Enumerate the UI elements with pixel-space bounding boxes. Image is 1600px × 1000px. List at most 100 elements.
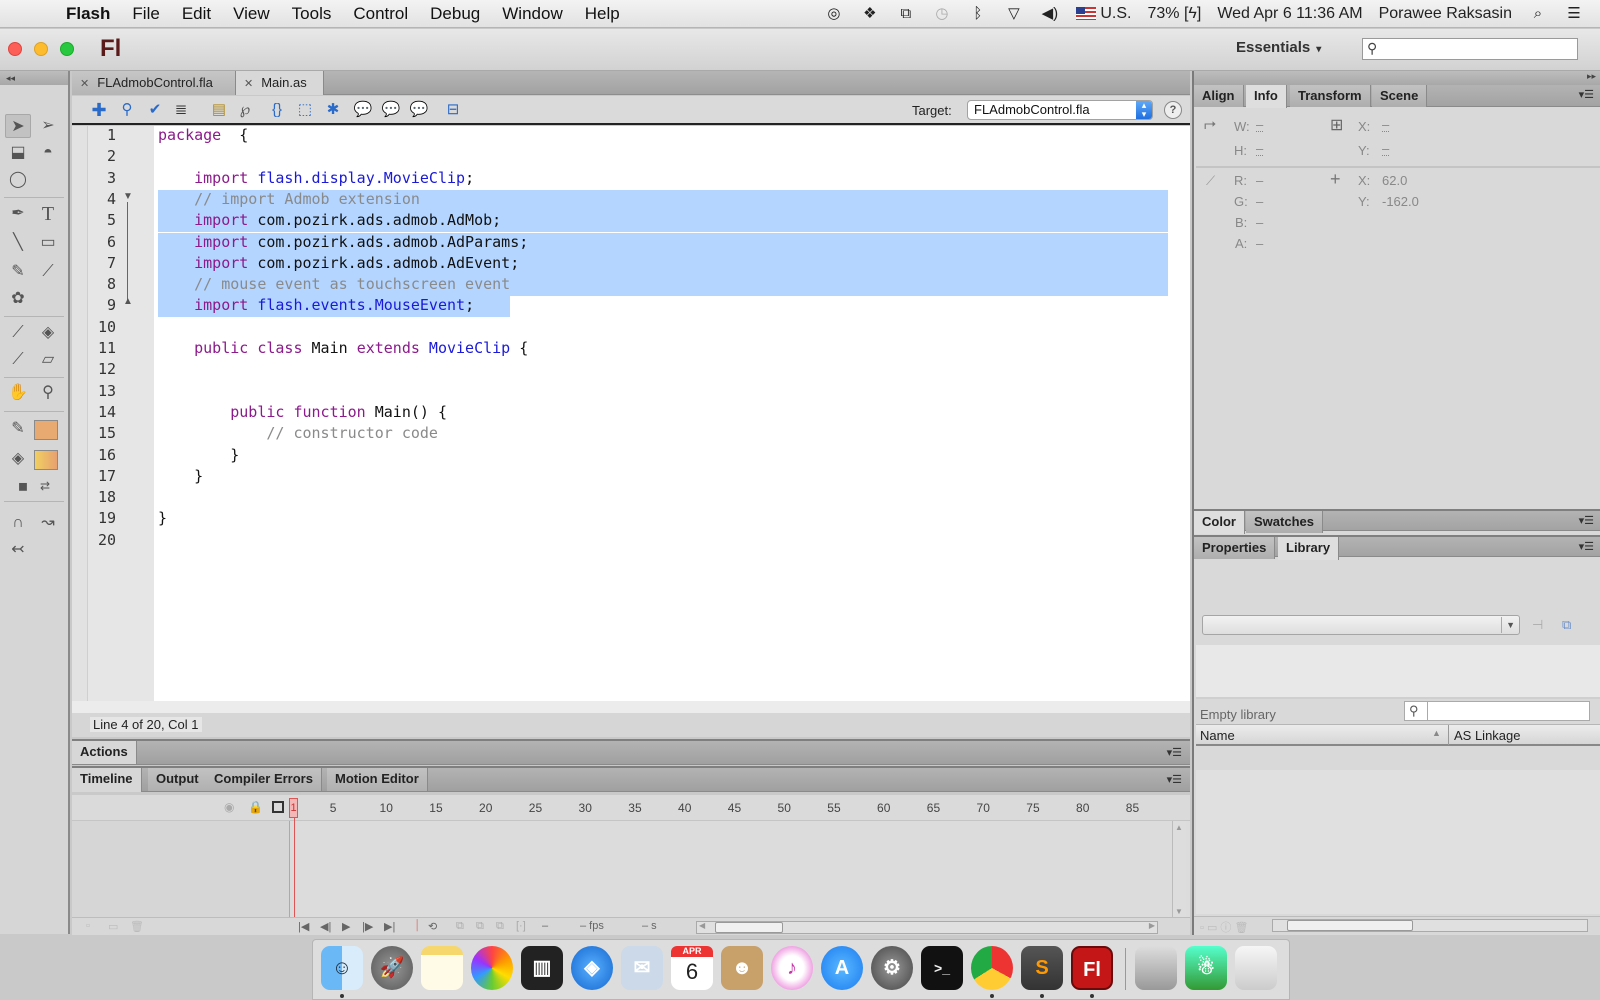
- new-symbol-icon[interactable]: ▫ ▭ ⓘ 🗑: [1200, 919, 1248, 935]
- menu-file[interactable]: File: [132, 4, 159, 24]
- dropbox-icon[interactable]: ❖: [860, 5, 880, 23]
- panel-menu-icon[interactable]: ▾☰: [1579, 514, 1594, 527]
- line-tool-icon[interactable]: ╲: [5, 231, 31, 255]
- line-number[interactable]: 11: [90, 339, 116, 357]
- expand-all-icon[interactable]: ✱: [322, 100, 344, 120]
- code-line[interactable]: // import Admob extension: [158, 190, 420, 208]
- close-tab-icon[interactable]: ✕: [80, 78, 89, 90]
- loop-icon[interactable]: ⟲: [428, 920, 437, 933]
- code-line[interactable]: import com.pozirk.ads.admob.AdEvent;: [158, 254, 519, 272]
- show-hide-layers-icon[interactable]: ◉: [224, 800, 234, 814]
- notification-center-icon[interactable]: ☰: [1564, 5, 1584, 23]
- selection-tool-icon[interactable]: ➤: [5, 114, 31, 138]
- code-line[interactable]: }: [158, 509, 167, 527]
- tab-timeline[interactable]: Timeline: [72, 768, 142, 792]
- scroll-left-icon[interactable]: ◀: [699, 921, 705, 930]
- line-number[interactable]: 12: [90, 360, 116, 378]
- panel-menu-icon[interactable]: ▾☰: [1167, 746, 1182, 759]
- dock-app-calendar[interactable]: APR 6: [671, 946, 713, 990]
- code-line[interactable]: public class Main extends MovieClip {: [158, 339, 528, 357]
- sync-icon[interactable]: ⧉: [896, 5, 916, 23]
- window-zoom-button[interactable]: [60, 42, 74, 56]
- panel-menu-icon[interactable]: ▾☰: [1579, 540, 1594, 553]
- dock-app-trash[interactable]: [1235, 946, 1277, 990]
- subselection-tool-icon[interactable]: ➢: [35, 114, 61, 138]
- window-close-button[interactable]: [8, 42, 22, 56]
- menu-help[interactable]: Help: [585, 4, 620, 24]
- tab-compiler-errors[interactable]: Compiler Errors: [206, 768, 322, 791]
- dock-app-itunes[interactable]: ♪: [771, 946, 813, 990]
- collapse-braces-icon[interactable]: {}: [266, 100, 288, 120]
- check-syntax-icon[interactable]: ✔: [144, 100, 166, 120]
- registration-point-icon[interactable]: ⊞: [1330, 115, 1343, 135]
- brush-tool-icon[interactable]: ⟋: [35, 260, 61, 284]
- close-tab-icon[interactable]: ✕: [244, 78, 253, 90]
- code-line[interactable]: }: [158, 446, 239, 464]
- line-comment-icon[interactable]: 💬: [380, 100, 402, 120]
- line-number[interactable]: 7: [90, 254, 116, 272]
- straighten-icon[interactable]: ↢: [5, 538, 31, 562]
- snap-to-objects-icon[interactable]: ∩: [5, 511, 31, 535]
- target-select[interactable]: FLAdmobControl.fla ▴ ▾: [967, 100, 1153, 120]
- fill-color-swatch[interactable]: [34, 450, 58, 470]
- height-value[interactable]: –: [1256, 142, 1264, 156]
- block-comment-icon[interactable]: 💬: [352, 100, 374, 120]
- deco-tool-icon[interactable]: ✿: [5, 287, 31, 311]
- bone-tool-icon[interactable]: ⟋: [5, 321, 31, 345]
- scroll-right-icon[interactable]: ▶: [1149, 921, 1155, 930]
- line-number[interactable]: 20: [90, 531, 116, 549]
- timeline-vscroll[interactable]: ▲ ▼: [1172, 821, 1186, 919]
- spotlight-icon[interactable]: ⌕: [1528, 5, 1548, 23]
- library-search-input[interactable]: ⚲: [1404, 701, 1590, 721]
- zoom-tool-icon[interactable]: ⚲: [35, 381, 61, 405]
- scroll-up-icon[interactable]: ▲: [1175, 823, 1183, 832]
- dock-app-launchpad[interactable]: 🚀: [371, 946, 413, 990]
- dock-app-contacts[interactable]: ☻: [721, 946, 763, 990]
- scroll-down-icon[interactable]: ▼: [1175, 907, 1183, 916]
- line-number[interactable]: 8: [90, 275, 116, 293]
- x-value[interactable]: –: [1382, 118, 1390, 132]
- wifi-icon[interactable]: ▽: [1004, 5, 1024, 23]
- go-to-last-frame-icon[interactable]: ▶|: [384, 920, 395, 933]
- tab-library[interactable]: Library: [1278, 537, 1340, 560]
- workspace-switcher[interactable]: Essentials ▾: [1236, 39, 1321, 56]
- dock-app-safari[interactable]: ◈: [571, 946, 613, 990]
- code-line[interactable]: // mouse event as touchscreen event: [158, 275, 510, 293]
- outline-layers-icon[interactable]: [272, 801, 284, 813]
- tab-color[interactable]: Color: [1194, 511, 1245, 534]
- hscroll-thumb[interactable]: [1287, 920, 1413, 931]
- code-hint-icon[interactable]: ▤: [208, 100, 230, 120]
- code-line[interactable]: // constructor code: [158, 424, 438, 442]
- tab-properties[interactable]: Properties: [1194, 537, 1276, 559]
- menu-debug[interactable]: Debug: [430, 4, 480, 24]
- remove-comment-icon[interactable]: 💬: [408, 100, 430, 120]
- sort-ascending-icon[interactable]: ▲: [1432, 728, 1441, 738]
- menu-app-flash[interactable]: Flash: [66, 4, 110, 24]
- y-value[interactable]: –: [1382, 142, 1390, 156]
- width-value[interactable]: –: [1256, 118, 1264, 132]
- modify-onion-markers-icon[interactable]: [·]: [516, 920, 526, 932]
- dock-app-downloads-stack[interactable]: [1135, 946, 1177, 990]
- window-minimize-button[interactable]: [34, 42, 48, 56]
- delete-layer-icon[interactable]: 🗑: [130, 920, 144, 933]
- add-script-icon[interactable]: ✚: [88, 100, 110, 120]
- line-number[interactable]: 18: [90, 488, 116, 506]
- line-number[interactable]: 15: [90, 424, 116, 442]
- tab-swatches[interactable]: Swatches: [1246, 511, 1323, 533]
- help-search-input[interactable]: ⚲: [1362, 38, 1578, 60]
- time-machine-icon[interactable]: ◷: [932, 5, 952, 23]
- tab-output[interactable]: Output: [148, 768, 208, 791]
- dock-app-flash[interactable]: Fl: [1071, 946, 1113, 990]
- menu-tools[interactable]: Tools: [292, 4, 332, 24]
- dock-app-apps-stack[interactable]: ☃: [1185, 946, 1227, 990]
- library-list[interactable]: [1196, 770, 1600, 914]
- line-number[interactable]: 4: [90, 190, 116, 208]
- line-number[interactable]: 6: [90, 233, 116, 251]
- eyedropper-tool-icon[interactable]: ⟋: [5, 348, 31, 372]
- collapse-selection-icon[interactable]: ⬚: [294, 100, 316, 120]
- creative-cloud-icon[interactable]: ◎: [824, 5, 844, 23]
- code-line[interactable]: import flash.events.MouseEvent;: [158, 296, 474, 314]
- fold-end-icon[interactable]: ▲: [123, 296, 133, 307]
- lock-layers-icon[interactable]: 🔒: [248, 800, 263, 814]
- user-name[interactable]: Porawee Raksasin: [1379, 5, 1512, 23]
